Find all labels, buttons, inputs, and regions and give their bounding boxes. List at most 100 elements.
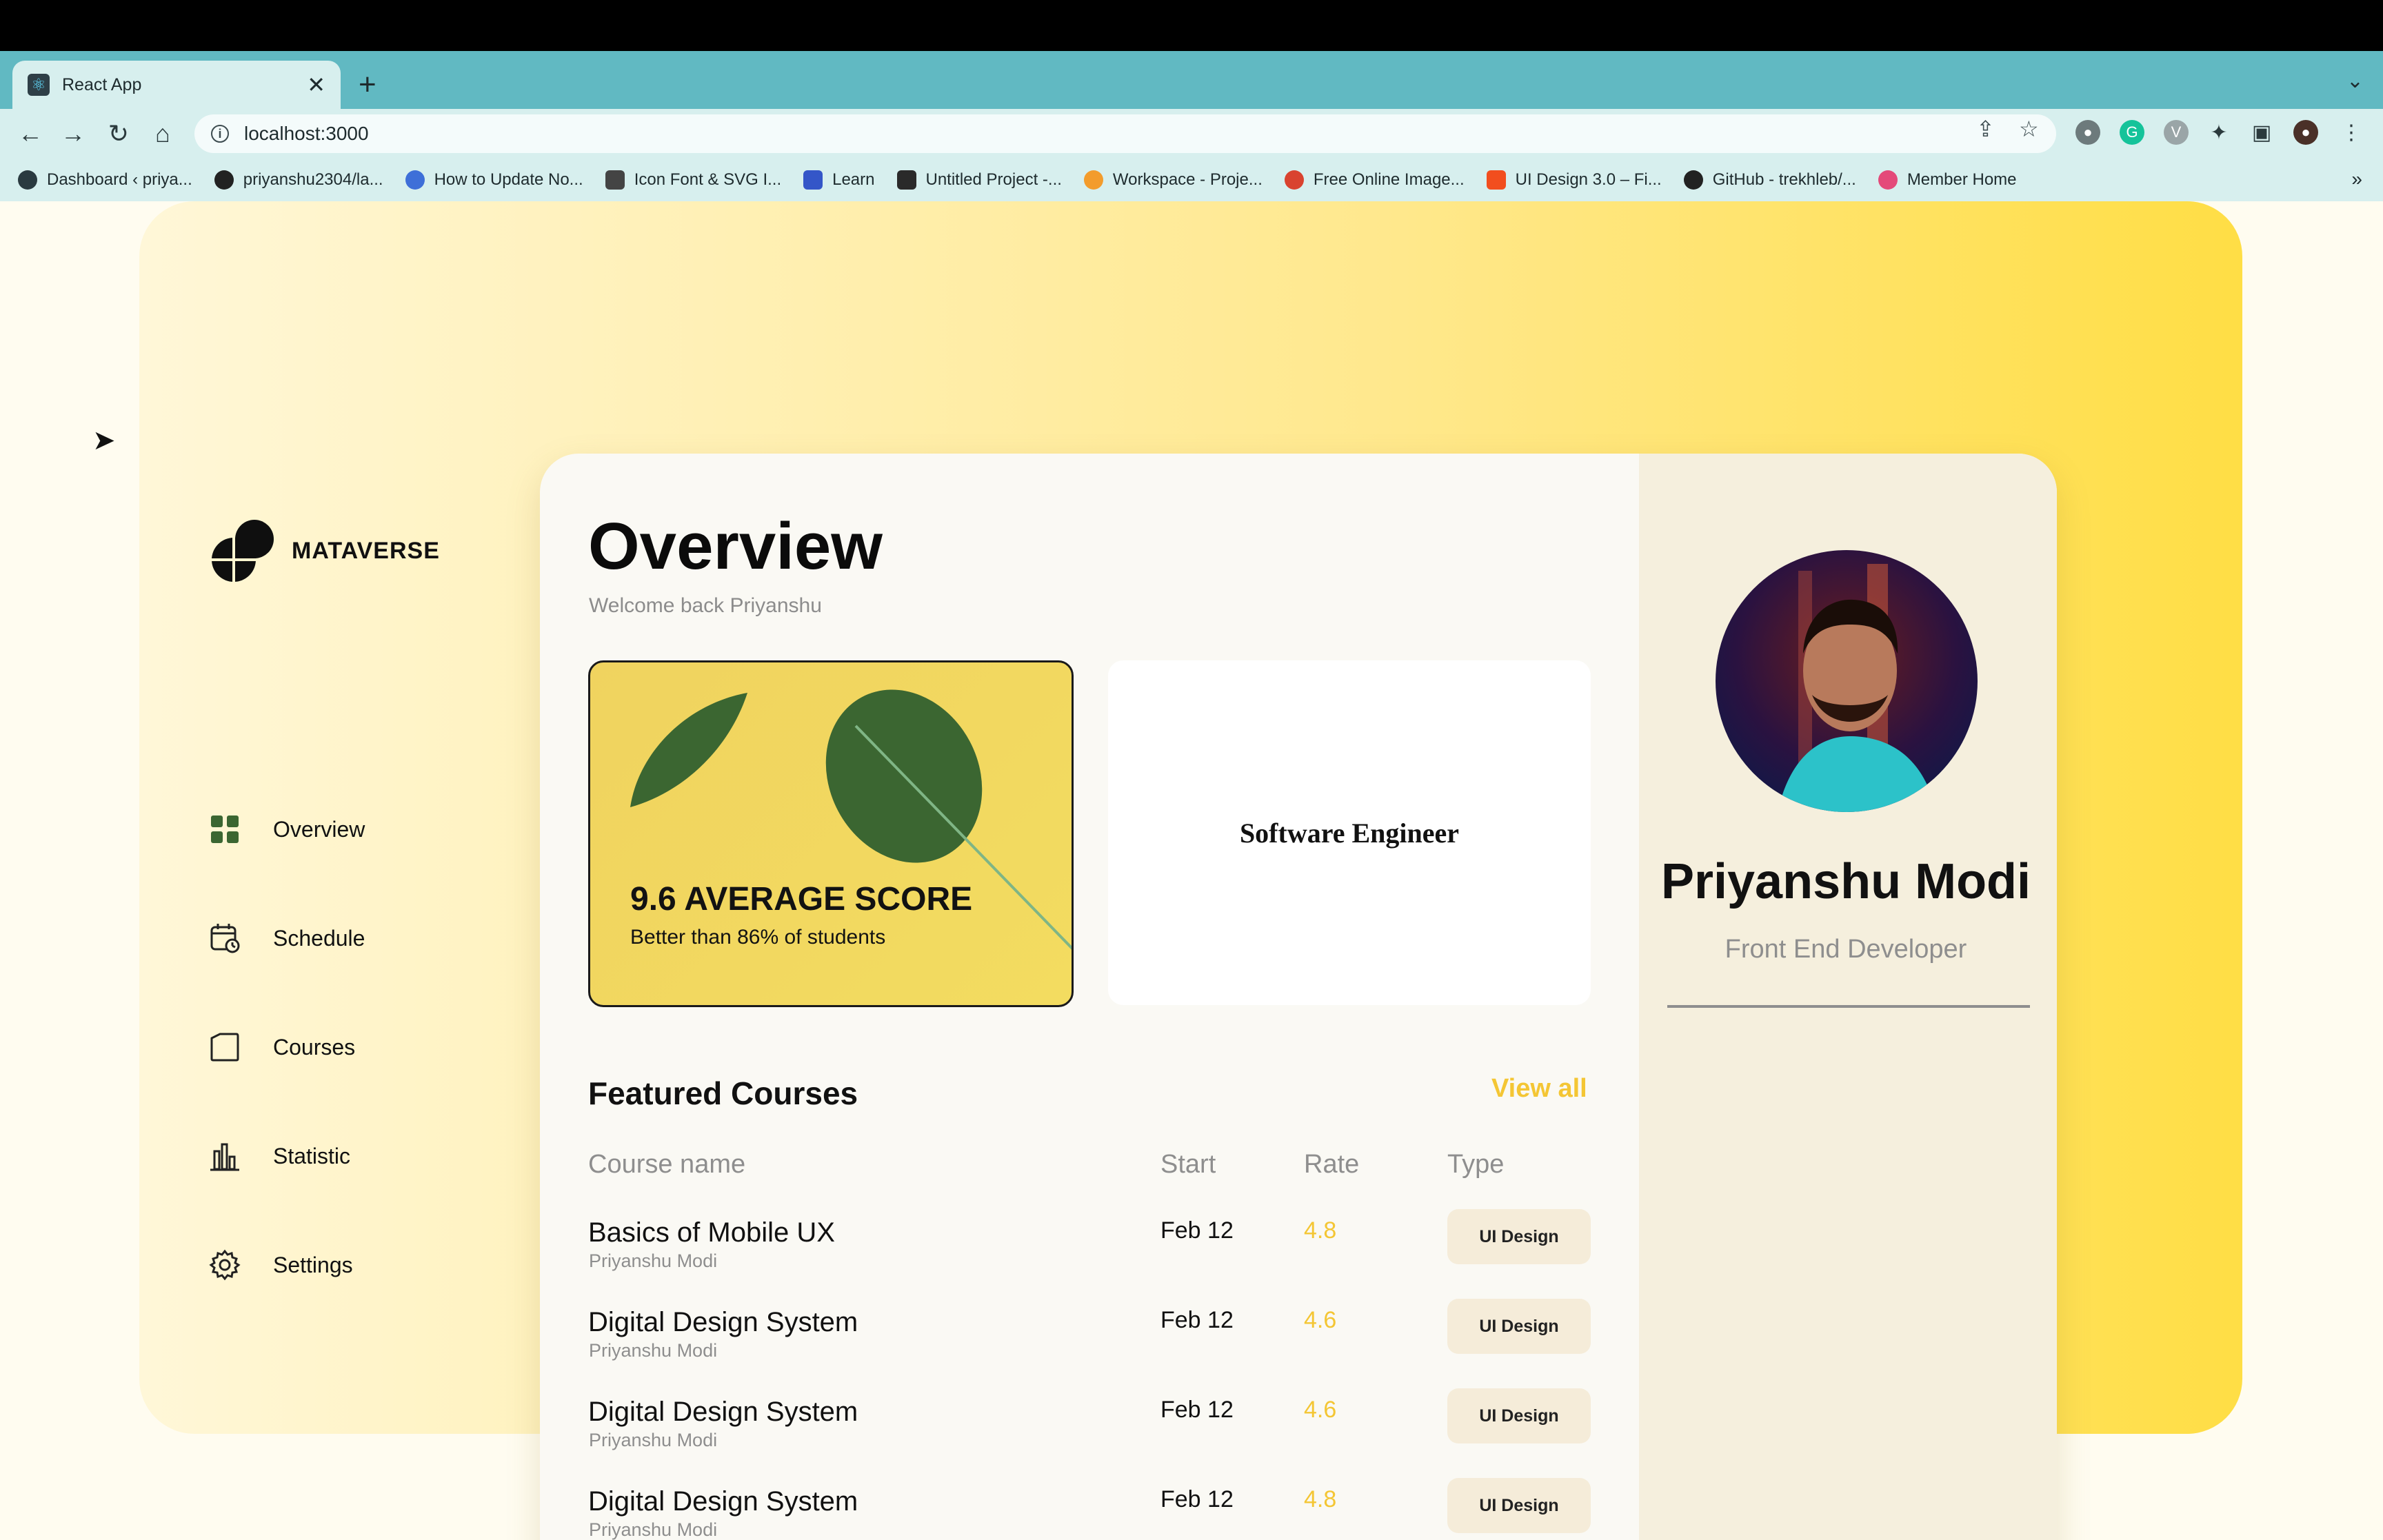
bookmark-item[interactable]: Dashboard ‹ priya... — [18, 170, 192, 190]
terminal-icon — [803, 170, 823, 190]
course-type-badge[interactable]: UI Design — [1447, 1478, 1591, 1533]
table-row[interactable]: Digital Design System Priyanshu Modi Feb… — [540, 1299, 1616, 1397]
extension-v-icon[interactable]: V — [2164, 120, 2189, 145]
bookmark-icon — [1878, 170, 1898, 190]
chevron-double-right-icon[interactable]: » — [2351, 168, 2362, 190]
bookmark-item[interactable]: GitHub - trekhleb/... — [1683, 170, 1856, 190]
tab-title: React App — [62, 74, 142, 94]
bookmark-label: Workspace - Proje... — [1112, 170, 1263, 189]
grammarly-icon[interactable]: G — [2120, 120, 2144, 145]
forward-icon[interactable]: → — [58, 119, 88, 149]
bookmark-item[interactable]: Learn — [803, 170, 875, 190]
sidepanel-icon[interactable]: ▣ — [2249, 120, 2274, 145]
welcome-text: Welcome back Priyanshu — [589, 594, 822, 617]
browser-tabstrip: ⚛ React App ✕ + ⌄ — [0, 51, 2383, 109]
share-icon[interactable]: ⇪ — [1976, 116, 1995, 142]
bookmark-label: GitHub - trekhleb/... — [1712, 170, 1856, 189]
course-name: Digital Design System — [588, 1486, 858, 1517]
address-bar[interactable]: i localhost:3000 — [194, 114, 2056, 153]
bookmark-icon — [605, 170, 625, 190]
sidebar-item-schedule[interactable]: Schedule — [208, 884, 365, 993]
course-rate: 4.8 — [1304, 1217, 1337, 1244]
extension-bulb-icon[interactable]: ● — [2075, 120, 2100, 145]
grid-icon — [208, 813, 241, 846]
column-header-type: Type — [1447, 1150, 1505, 1179]
new-tab-button[interactable]: + — [359, 68, 376, 102]
reload-icon[interactable]: ↻ — [103, 119, 134, 149]
bookmark-item[interactable]: Workspace - Proje... — [1083, 170, 1263, 190]
leaf-illustration — [630, 689, 1072, 950]
bookmark-label: UI Design 3.0 – Fi... — [1515, 170, 1662, 189]
home-icon[interactable]: ⌂ — [148, 119, 178, 149]
bookmark-icon — [405, 170, 425, 190]
role-text: Software Engineer — [1239, 817, 1460, 849]
back-icon[interactable]: ← — [15, 119, 46, 149]
course-name: Basics of Mobile UX — [588, 1217, 835, 1248]
github-icon — [214, 170, 234, 190]
puzzle-icon[interactable]: ✦ — [2206, 120, 2231, 145]
sidebar-item-label: Courses — [273, 1034, 356, 1060]
gear-icon — [208, 1248, 241, 1281]
bookmark-label: Untitled Project -... — [925, 170, 1062, 189]
course-author: Priyanshu Modi — [589, 1430, 718, 1450]
sidebar-item-settings[interactable]: Settings — [208, 1210, 365, 1319]
chevron-down-icon[interactable]: ⌄ — [2346, 69, 2364, 93]
course-start: Feb 12 — [1160, 1307, 1234, 1333]
bookmark-label: Dashboard ‹ priya... — [47, 170, 192, 189]
star-icon[interactable]: ☆ — [2019, 116, 2039, 142]
course-name: Digital Design System — [588, 1307, 858, 1337]
bookmark-item[interactable]: How to Update No... — [405, 170, 583, 190]
calendar-icon — [208, 922, 241, 955]
bookmark-item[interactable]: UI Design 3.0 – Fi... — [1486, 170, 1662, 190]
kebab-menu-icon[interactable]: ⋮ — [2339, 120, 2364, 145]
bookmark-label: How to Update No... — [434, 170, 583, 189]
browser-tab[interactable]: ⚛ React App ✕ — [12, 61, 341, 109]
bookmark-item[interactable]: Untitled Project -... — [896, 170, 1062, 190]
view-all-link[interactable]: View all — [1491, 1074, 1587, 1104]
profile-avatar[interactable] — [1716, 550, 1978, 812]
table-row[interactable]: Digital Design System Priyanshu Modi Feb… — [540, 1478, 1616, 1540]
page-title: Overview — [588, 509, 883, 583]
role-card[interactable]: Software Engineer — [1108, 660, 1591, 1005]
score-subtitle: Better than 86% of students — [630, 926, 886, 949]
table-row[interactable]: Basics of Mobile UX Priyanshu Modi Feb 1… — [540, 1209, 1616, 1307]
score-title: 9.6 AVERAGE SCORE — [630, 881, 973, 918]
column-header-course-name: Course name — [588, 1150, 746, 1179]
bookmark-item[interactable]: Member Home — [1878, 170, 2017, 190]
figma-icon — [1486, 170, 1506, 190]
sidebar-item-label: Settings — [273, 1252, 353, 1277]
bookmark-label: priyanshu2304/la... — [243, 170, 383, 189]
column-header-rate: Rate — [1304, 1150, 1360, 1179]
info-icon[interactable]: i — [211, 125, 229, 143]
profile-avatar-icon[interactable]: ● — [2293, 120, 2318, 145]
url-text: localhost:3000 — [244, 123, 369, 144]
bookmark-icon — [18, 170, 37, 190]
course-type-badge[interactable]: UI Design — [1447, 1299, 1591, 1354]
brand-logo[interactable]: MATAVERSE — [210, 518, 440, 583]
react-icon: ⚛ — [28, 74, 50, 96]
bookmark-item[interactable]: Icon Font & SVG I... — [605, 170, 781, 190]
sidebar-item-courses[interactable]: Courses — [208, 993, 365, 1102]
main-card: Overview Welcome back Priyanshu 9.6 AVER… — [540, 454, 2057, 1540]
course-type-badge[interactable]: UI Design — [1447, 1388, 1591, 1443]
bookmark-item[interactable]: priyanshu2304/la... — [214, 170, 383, 190]
mouse-cursor-icon: ➤ — [92, 425, 116, 456]
average-score-card[interactable]: 9.6 AVERAGE SCORE Better than 86% of stu… — [588, 660, 1074, 1007]
profile-name: Priyanshu Modi — [1660, 854, 2031, 909]
sidebar-item-label: Statistic — [273, 1143, 351, 1168]
bookmark-icon — [896, 170, 916, 190]
bookmark-item[interactable]: Free Online Image... — [1284, 170, 1465, 190]
bookmark-icon — [1284, 170, 1304, 190]
profile-role: Front End Developer — [1725, 935, 1967, 964]
brand-name: MATAVERSE — [292, 537, 440, 564]
browser-toolbar: ← → ↻ ⌂ i localhost:3000 ⇪ ☆ ● G V ✦ ▣ ●… — [0, 109, 2383, 159]
sidebar-item-overview[interactable]: Overview — [208, 775, 365, 884]
course-type-badge[interactable]: UI Design — [1447, 1209, 1591, 1264]
bookmark-label: Free Online Image... — [1313, 170, 1465, 189]
course-start: Feb 12 — [1160, 1217, 1234, 1244]
close-icon[interactable]: ✕ — [307, 72, 325, 98]
table-row[interactable]: Digital Design System Priyanshu Modi Feb… — [540, 1388, 1616, 1486]
sidebar-item-label: Overview — [273, 816, 365, 842]
sidebar-item-statistic[interactable]: Statistic — [208, 1102, 365, 1210]
featured-courses-heading: Featured Courses — [588, 1075, 858, 1111]
